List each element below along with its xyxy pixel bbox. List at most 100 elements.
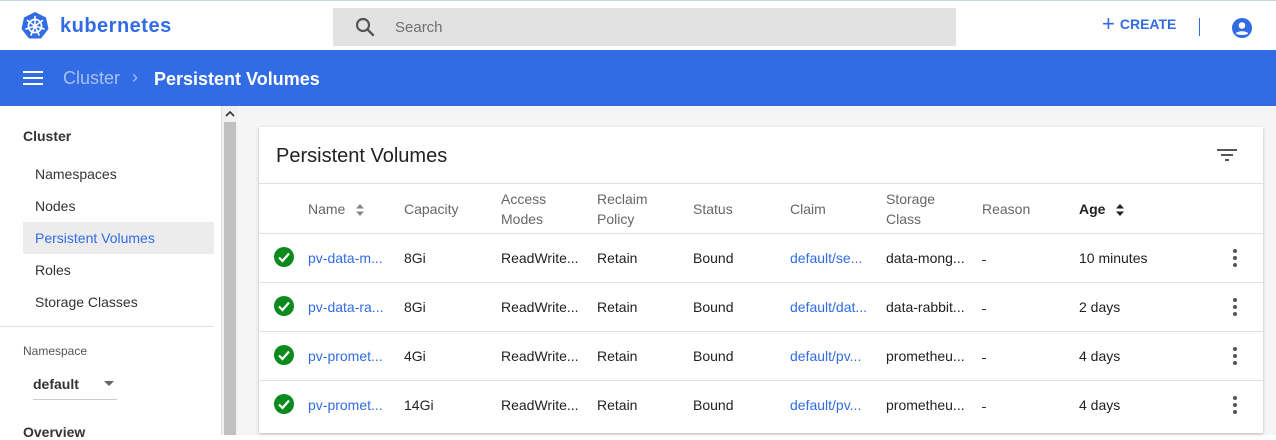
- column-header-access-modes[interactable]: Access Modes: [501, 189, 546, 229]
- column-header-claim[interactable]: Claim: [790, 199, 826, 219]
- more-actions-icon[interactable]: [1228, 395, 1242, 415]
- row-reclaim-policy: Retain: [597, 299, 638, 315]
- sidebar-item-roles[interactable]: Roles: [23, 254, 214, 286]
- row-name-link[interactable]: pv-data-ra...: [308, 299, 390, 315]
- column-header-storage-line2: Class: [886, 211, 922, 227]
- sidebar-scrollbar[interactable]: [222, 106, 238, 435]
- row-reclaim-policy: Retain: [597, 348, 638, 364]
- more-actions-icon[interactable]: [1228, 346, 1242, 366]
- card-header-divider: [259, 183, 1263, 184]
- column-header-storage-class[interactable]: Storage Class: [886, 189, 935, 229]
- dropdown-arrow-icon: [104, 381, 114, 386]
- search-input[interactable]: [395, 18, 895, 36]
- table-row[interactable]: pv-promet... 4Gi ReadWrite... Retain Bou…: [259, 331, 1263, 380]
- row-status: Bound: [693, 397, 734, 413]
- row-status: Bound: [693, 250, 734, 266]
- sidebar-heading-cluster[interactable]: Cluster: [23, 128, 71, 144]
- row-name-link[interactable]: pv-promet...: [308, 348, 390, 364]
- sidebar: Cluster Namespaces Nodes Persistent Volu…: [0, 106, 222, 440]
- namespace-select[interactable]: default: [33, 368, 117, 400]
- row-reason: [982, 309, 986, 310]
- column-header-age[interactable]: Age: [1079, 199, 1125, 219]
- header-divider: [1199, 18, 1200, 36]
- row-storage-class: data-mong...: [886, 250, 965, 266]
- success-check-icon: [274, 296, 294, 316]
- table-row[interactable]: pv-promet... 14Gi ReadWrite... Retain Bo…: [259, 380, 1263, 429]
- column-header-storage-line1: Storage: [886, 191, 936, 207]
- sort-both-icon: [356, 204, 365, 217]
- column-header-access-line2: Modes: [501, 211, 544, 227]
- row-claim-link[interactable]: default/dat...: [790, 299, 874, 315]
- more-actions-icon[interactable]: [1228, 297, 1242, 317]
- scroll-up-arrow-icon[interactable]: [225, 110, 235, 118]
- namespace-label: Namespace: [23, 344, 88, 358]
- persistent-volumes-card: Persistent Volumes Name Capacity Access …: [259, 127, 1263, 433]
- column-header-capacity[interactable]: Capacity: [404, 199, 458, 219]
- search-bar[interactable]: [333, 8, 956, 46]
- account-icon[interactable]: [1231, 17, 1253, 39]
- sidebar-item-storage-classes[interactable]: Storage Classes: [23, 286, 214, 318]
- row-reason: [982, 358, 986, 359]
- more-actions-icon[interactable]: [1228, 248, 1242, 268]
- row-storage-class: prometheu...: [886, 397, 965, 413]
- hamburger-menu-icon[interactable]: [22, 69, 44, 87]
- row-reclaim-policy: Retain: [597, 397, 638, 413]
- row-claim-link[interactable]: default/pv...: [790, 397, 874, 413]
- row-reason: [982, 407, 986, 408]
- nav-bar: Cluster › Persistent Volumes: [0, 50, 1276, 106]
- row-access-modes: ReadWrite...: [501, 397, 579, 413]
- column-header-reclaim-line1: Reclaim: [597, 191, 648, 207]
- row-access-modes: ReadWrite...: [501, 299, 579, 315]
- kubernetes-logo-icon: [21, 12, 49, 39]
- row-capacity: 8Gi: [404, 250, 426, 266]
- row-reason: [982, 260, 986, 261]
- success-check-icon: [274, 345, 294, 365]
- row-claim-link[interactable]: default/se...: [790, 250, 874, 266]
- row-capacity: 4Gi: [404, 348, 426, 364]
- sidebar-item-namespaces[interactable]: Namespaces: [23, 158, 214, 190]
- main-content: Persistent Volumes Name Capacity Access …: [238, 106, 1276, 435]
- sidebar-item-nodes[interactable]: Nodes: [23, 190, 214, 222]
- create-label: CREATE: [1119, 16, 1177, 32]
- filter-icon[interactable]: [1217, 148, 1237, 162]
- row-access-modes: ReadWrite...: [501, 348, 579, 364]
- row-capacity: 14Gi: [404, 397, 434, 413]
- top-bar: kubernetes + CREATE: [0, 0, 1276, 50]
- sidebar-item-persistent-volumes[interactable]: Persistent Volumes: [23, 222, 214, 254]
- plus-icon: +: [1102, 11, 1115, 36]
- search-icon: [355, 17, 375, 37]
- column-header-name[interactable]: Name: [308, 199, 365, 219]
- scrollbar-thumb[interactable]: [224, 122, 236, 435]
- column-header-reclaim-line2: Policy: [597, 211, 635, 227]
- row-storage-class: data-rabbit...: [886, 299, 965, 315]
- card-title: Persistent Volumes: [276, 145, 448, 167]
- row-claim-link[interactable]: default/pv...: [790, 348, 874, 364]
- breadcrumb-cluster[interactable]: Cluster: [63, 68, 120, 89]
- brand[interactable]: kubernetes: [20, 11, 172, 41]
- create-button[interactable]: + CREATE: [1102, 13, 1176, 35]
- column-header-name-label: Name: [308, 201, 346, 217]
- brand-name: kubernetes: [60, 14, 172, 37]
- namespace-value: default: [33, 375, 79, 392]
- success-check-icon: [274, 394, 294, 414]
- sort-active-icon: [1116, 204, 1125, 217]
- page-title: Persistent Volumes: [154, 69, 320, 89]
- row-status: Bound: [693, 299, 734, 315]
- row-status: Bound: [693, 348, 734, 364]
- row-age: 4 days: [1079, 397, 1121, 413]
- sidebar-divider: [0, 326, 214, 327]
- column-header-access-line1: Access: [501, 191, 547, 207]
- row-storage-class: prometheu...: [886, 348, 965, 364]
- table-row[interactable]: pv-data-ra... 8Gi ReadWrite... Retain Bo…: [259, 282, 1263, 331]
- column-header-reclaim-policy[interactable]: Reclaim Policy: [597, 189, 648, 229]
- row-age: 4 days: [1079, 348, 1121, 364]
- table-row[interactable]: pv-data-m... 8Gi ReadWrite... Retain Bou…: [259, 233, 1263, 282]
- success-check-icon: [274, 247, 294, 267]
- column-header-reason[interactable]: Reason: [982, 199, 1030, 219]
- row-age: 10 minutes: [1079, 250, 1148, 266]
- column-header-status[interactable]: Status: [693, 199, 733, 219]
- breadcrumb-separator-icon: ›: [132, 67, 138, 87]
- row-name-link[interactable]: pv-promet...: [308, 397, 390, 413]
- row-name-link[interactable]: pv-data-m...: [308, 250, 390, 266]
- sidebar-item-overview[interactable]: Overview: [23, 424, 85, 440]
